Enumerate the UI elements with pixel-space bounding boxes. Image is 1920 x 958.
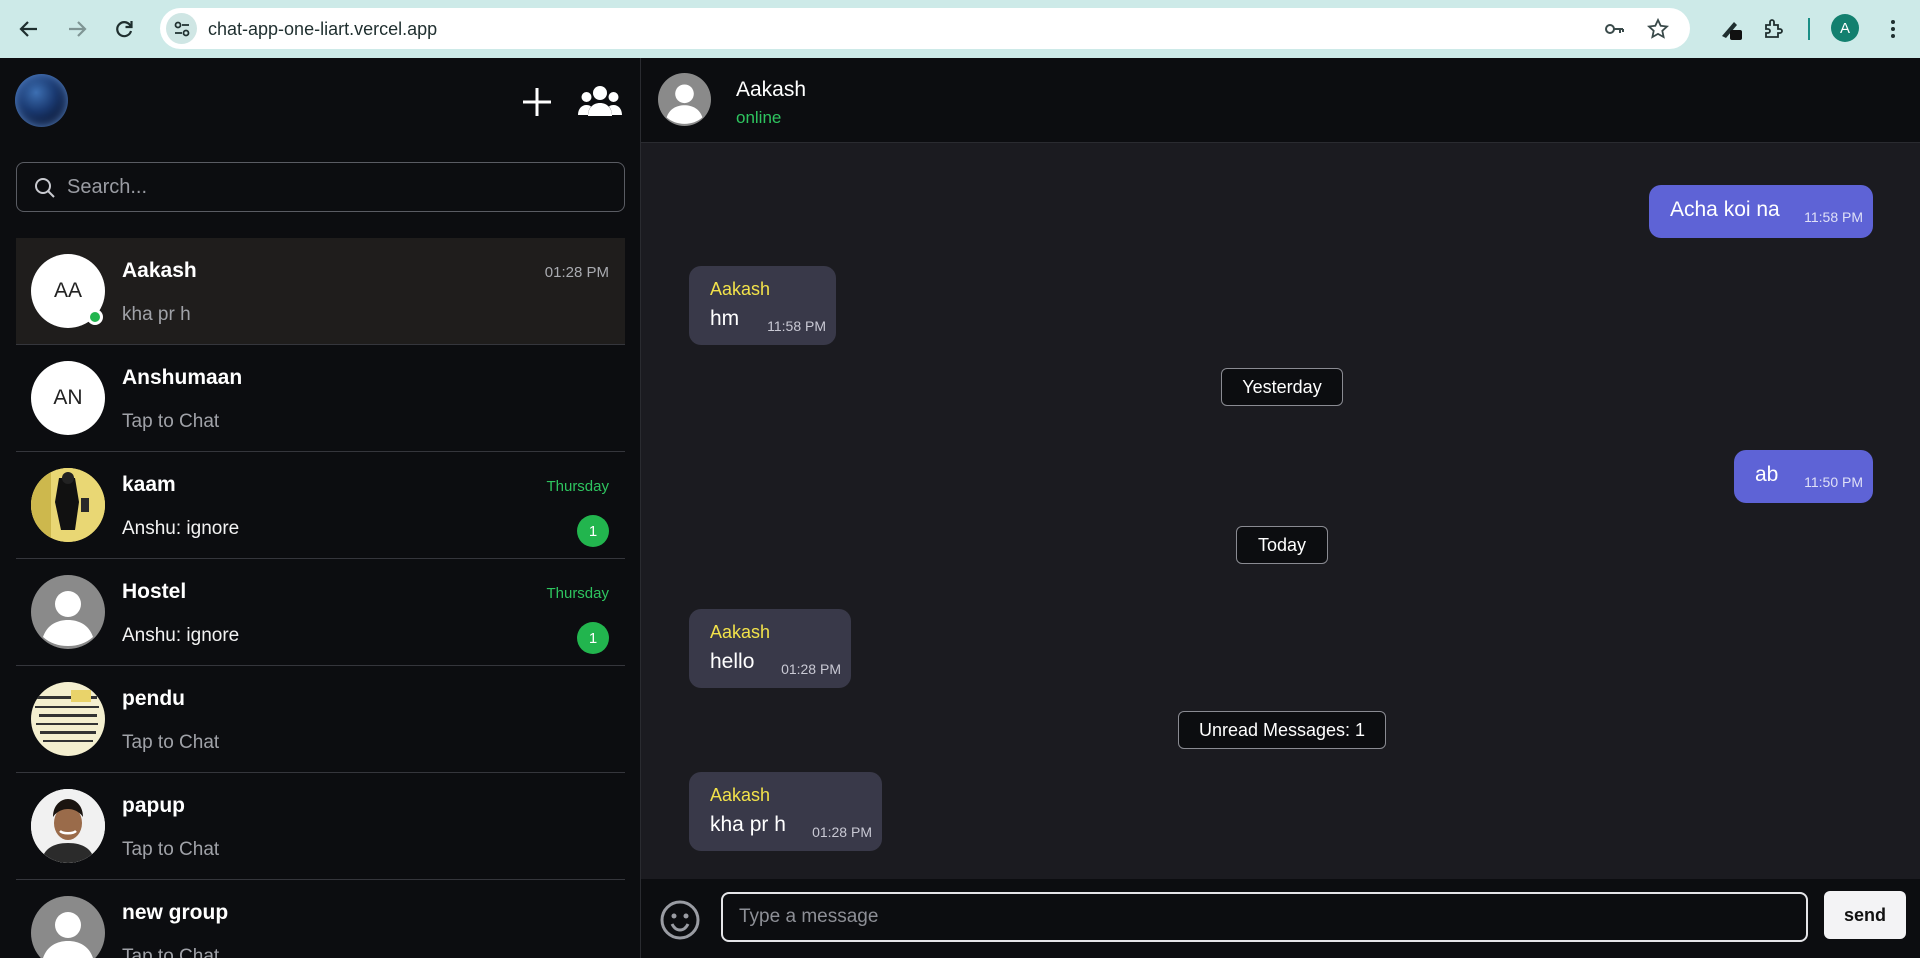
chat-item-kaam[interactable]: kaam Thursday Anshu: ignore 1 xyxy=(16,452,625,559)
chat-preview: Tap to Chat xyxy=(122,411,220,432)
emoji-icon[interactable] xyxy=(659,899,701,941)
avatar-initials: AA xyxy=(53,279,82,302)
avatar: AN xyxy=(31,361,105,435)
chat-name: pendu xyxy=(122,687,185,710)
message-text: hello xyxy=(710,650,755,673)
default-user-avatar-icon xyxy=(31,575,105,649)
site-info-icon[interactable] xyxy=(166,13,197,44)
chat-item-new-group[interactable]: new group Tap to Chat xyxy=(16,880,625,958)
message-text: hm xyxy=(710,307,740,330)
unread-divider-label: Unread Messages: 1 xyxy=(1198,719,1366,740)
online-indicator xyxy=(87,309,103,325)
search-box[interactable] xyxy=(16,162,625,212)
message-sender: Aakash xyxy=(710,622,771,642)
search-input[interactable] xyxy=(67,163,607,211)
extension-pen-icon[interactable] xyxy=(1716,14,1746,44)
my-profile-avatar[interactable] xyxy=(15,74,68,127)
toolbar-divider xyxy=(1808,18,1810,40)
chat-preview: Anshu: ignore xyxy=(122,518,240,539)
avatar xyxy=(31,682,105,756)
unread-badge: 1 xyxy=(577,622,609,654)
chat-time: Thursday xyxy=(546,585,609,602)
forward-icon[interactable] xyxy=(62,14,92,44)
chat-preview: Tap to Chat xyxy=(122,732,220,753)
default-user-avatar-icon xyxy=(31,896,105,958)
back-icon[interactable] xyxy=(14,14,44,44)
chat-item-hostel[interactable]: Hostel Thursday Anshu: ignore 1 xyxy=(16,559,625,666)
date-divider: Yesterday xyxy=(1221,368,1343,406)
contact-name: Aakash xyxy=(736,78,807,101)
profile-avatar[interactable]: A xyxy=(1831,14,1859,42)
message-time: 01:28 PM xyxy=(781,661,841,677)
chat-time: 01:28 PM xyxy=(544,264,609,281)
message-text: Acha koi na xyxy=(1670,198,1780,221)
outgoing-message: Acha koi na 11:58 PM xyxy=(1649,185,1873,238)
chat-preview: kha pr h xyxy=(122,304,191,325)
browser-toolbar: chat-app-one-liart.vercel.app A xyxy=(0,0,1920,58)
extensions-puzzle-icon[interactable] xyxy=(1759,14,1789,44)
message-sender: Aakash xyxy=(710,279,771,299)
chat-header: Aakash online xyxy=(641,58,1920,143)
message-composer: send xyxy=(641,879,1920,958)
avatar xyxy=(31,468,105,542)
incoming-message: Aakash hello 01:28 PM xyxy=(689,609,851,688)
chat-name: Anshumaan xyxy=(122,366,243,389)
url-text: chat-app-one-liart.vercel.app xyxy=(208,19,438,39)
message-time: 01:28 PM xyxy=(812,824,872,840)
avatar xyxy=(31,789,105,863)
message-input-box[interactable] xyxy=(721,892,1808,942)
message-text: kha pr h xyxy=(710,813,786,836)
message-text: ab xyxy=(1755,463,1779,486)
chat-list: AA Aakash 01:28 PM kha pr h AN Anshumaan… xyxy=(16,238,625,958)
chat-time: Thursday xyxy=(546,478,609,495)
message-sender: Aakash xyxy=(710,785,771,805)
default-user-avatar-icon[interactable] xyxy=(658,73,711,126)
chat-panel: Aakash online Acha koi na 11:58 PM Aakas… xyxy=(641,58,1920,958)
avatar-initials: AN xyxy=(53,386,83,409)
new-group-icon[interactable] xyxy=(578,80,622,124)
chat-name: Hostel xyxy=(122,580,187,603)
chat-item-aakash[interactable]: AA Aakash 01:28 PM kha pr h xyxy=(16,238,625,345)
chat-preview: Tap to Chat xyxy=(122,946,220,958)
chat-preview: Anshu: ignore xyxy=(122,625,240,646)
chat-name: Aakash xyxy=(122,259,197,282)
search-icon xyxy=(35,178,55,198)
sidebar: AA Aakash 01:28 PM kha pr h AN Anshumaan… xyxy=(0,58,641,958)
incoming-message: Aakash kha pr h 01:28 PM xyxy=(689,772,882,851)
message-time: 11:58 PM xyxy=(767,318,826,334)
chat-item-pendu[interactable]: pendu Tap to Chat xyxy=(16,666,625,773)
bookmark-star-icon[interactable] xyxy=(1646,17,1670,40)
reload-icon[interactable] xyxy=(109,14,139,44)
message-time: 11:50 PM xyxy=(1804,474,1863,490)
unread-divider: Unread Messages: 1 xyxy=(1178,711,1386,749)
contact-status: online xyxy=(736,108,782,127)
message-time: 11:58 PM xyxy=(1804,209,1863,225)
new-chat-icon[interactable] xyxy=(515,80,559,124)
message-input[interactable] xyxy=(723,894,1806,940)
chat-item-anshumaan[interactable]: AN Anshumaan Tap to Chat xyxy=(16,345,625,452)
chat-name: papup xyxy=(122,794,185,817)
chat-preview: Tap to Chat xyxy=(122,839,220,860)
send-button[interactable]: send xyxy=(1824,891,1906,939)
chat-item-papup[interactable]: papup Tap to Chat xyxy=(16,773,625,880)
date-divider-label: Yesterday xyxy=(1242,376,1322,397)
chat-name: new group xyxy=(122,901,229,924)
outgoing-message: ab 11:50 PM xyxy=(1734,450,1873,503)
unread-badge: 1 xyxy=(577,515,609,547)
more-menu-icon[interactable] xyxy=(1878,14,1908,44)
key-icon[interactable] xyxy=(1603,18,1625,40)
incoming-message: Aakash hm 11:58 PM xyxy=(689,266,836,345)
date-divider: Today xyxy=(1236,526,1328,564)
date-divider-label: Today xyxy=(1257,534,1307,555)
address-bar[interactable]: chat-app-one-liart.vercel.app xyxy=(160,8,1690,49)
chat-name: kaam xyxy=(122,473,176,496)
